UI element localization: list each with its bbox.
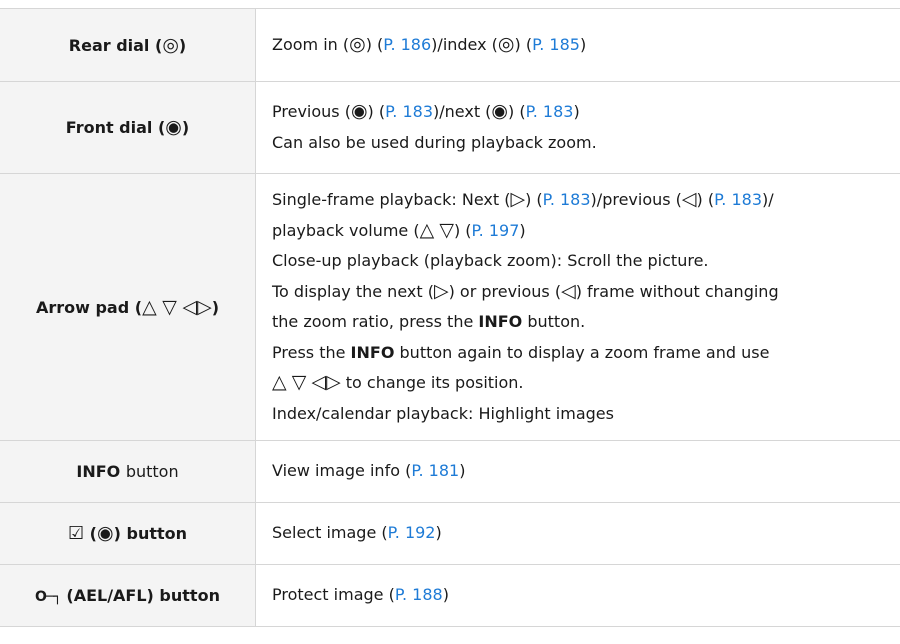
page-reference-link[interactable]: P. 185	[532, 35, 580, 54]
description-line: Press the INFO button again to display a…	[272, 342, 770, 362]
description-line: Single-frame playback: Next (▷) (P. 183)…	[272, 188, 774, 210]
arrow-up-icon: △	[142, 295, 157, 318]
description-cell: View image info (P. 181)	[256, 441, 900, 503]
front-dial-icon: ◉	[491, 100, 509, 122]
rear-dial-icon: ◎	[162, 33, 179, 56]
key-label: Rear dial	[68, 35, 150, 55]
front-dial-icon: ◉	[350, 100, 368, 122]
key-cell: ☑ (◉) button	[0, 502, 256, 565]
table-row: ☑ (◉) button Select image (P. 192)	[0, 502, 900, 565]
key-label: (AEL/AFL) button	[66, 586, 220, 605]
page-reference-link[interactable]: P. 181	[411, 461, 459, 480]
description-line: Select image (P. 192)	[272, 523, 442, 543]
description-line: Previous (◉) (P. 183)/next (◉) (P. 183)	[272, 100, 580, 122]
key-cell: Front dial (◉)	[0, 81, 256, 174]
table-row: Rear dial (◎) Zoom in (◎) (P. 186)/index…	[0, 8, 900, 82]
page-reference-link[interactable]: P. 183	[543, 190, 591, 209]
description-cell: Zoom in (◎) (P. 186)/index (◎) (P. 185)	[256, 9, 900, 82]
checkbox-icon: ☑	[67, 523, 85, 544]
description-cell: Single-frame playback: Next (▷) (P. 183)…	[256, 174, 900, 441]
page-reference-link[interactable]: P. 183	[526, 102, 574, 121]
key-cell: O─┐ (AEL/AFL) button	[0, 564, 256, 627]
key-cell: Arrow pad (△ ▽ ◁▷)	[0, 173, 256, 441]
arrow-down-icon: ▽	[291, 371, 307, 393]
page-reference-link[interactable]: P. 197	[472, 221, 520, 240]
arrow-right-icon: ▷	[197, 295, 212, 318]
table-row: O─┐ (AEL/AFL) button Protect image (P. 1…	[0, 564, 900, 627]
arrow-up-icon: △	[272, 371, 287, 393]
page-reference-link[interactable]: P. 188	[395, 585, 443, 604]
description-line: playback volume (△ ▽) (P. 197)	[272, 218, 526, 241]
description-cell: Protect image (P. 188)	[256, 565, 900, 627]
key-cell: INFO button	[0, 440, 256, 503]
arrow-right-icon: ▷	[326, 371, 341, 393]
arrow-up-icon: △	[419, 218, 435, 241]
page-reference-link[interactable]: P. 192	[388, 523, 436, 542]
key-label: Arrow pad	[35, 297, 130, 317]
arrow-left-icon: ◁	[681, 188, 697, 210]
controls-table: Rear dial (◎) Zoom in (◎) (P. 186)/index…	[0, 8, 900, 627]
description-line: Zoom in (◎) (P. 186)/index (◎) (P. 185)	[272, 32, 587, 55]
arrow-right-icon: ▷	[433, 279, 449, 302]
arrow-right-icon: ▷	[510, 188, 526, 210]
rear-dial-icon: ◎	[497, 32, 515, 55]
description-line: To display the next (▷) or previous (◁) …	[272, 279, 779, 302]
key-label: button	[125, 462, 179, 481]
key-label-bold: INFO	[76, 462, 121, 481]
key-label: button	[126, 524, 188, 543]
description-line: Index/calendar playback: Highlight image…	[272, 403, 614, 423]
description-line: Protect image (P. 188)	[272, 585, 449, 605]
description-line: △ ▽ ◁▷ to change its position.	[272, 371, 524, 393]
rear-dial-icon: ◎	[349, 32, 366, 55]
page-reference-link[interactable]: P. 183	[714, 190, 762, 209]
description-line: Close-up playback (playback zoom): Scrol…	[272, 251, 709, 270]
table-row: INFO button View image info (P. 181)	[0, 440, 900, 503]
page-reference-link[interactable]: P. 183	[385, 102, 433, 121]
key-label: Front dial	[65, 118, 153, 137]
arrow-left-icon: ◁	[561, 279, 576, 302]
description-cell: Previous (◉) (P. 183)/next (◉) (P. 183) …	[256, 82, 900, 174]
table-row: Arrow pad (△ ▽ ◁▷) Single-frame playback…	[0, 173, 900, 441]
arrow-down-icon: ▽	[439, 218, 454, 241]
description-cell: Select image (P. 192)	[256, 503, 900, 565]
key-cell: Rear dial (◎)	[0, 8, 256, 82]
arrow-down-icon: ▽	[162, 295, 177, 318]
table-row: Front dial (◉) Previous (◉) (P. 183)/nex…	[0, 81, 900, 174]
page-reference-link[interactable]: P. 186	[383, 35, 431, 54]
description-line: Can also be used during playback zoom.	[272, 132, 597, 152]
protect-key-icon: O─┐	[35, 589, 62, 605]
ok-button-icon: ◉	[97, 522, 114, 544]
arrow-left-icon: ◁	[311, 371, 327, 393]
description-line: the zoom ratio, press the INFO button.	[272, 312, 586, 331]
description-line: View image info (P. 181)	[272, 461, 466, 481]
arrow-left-icon: ◁	[182, 295, 198, 318]
front-dial-icon: ◉	[165, 116, 182, 138]
